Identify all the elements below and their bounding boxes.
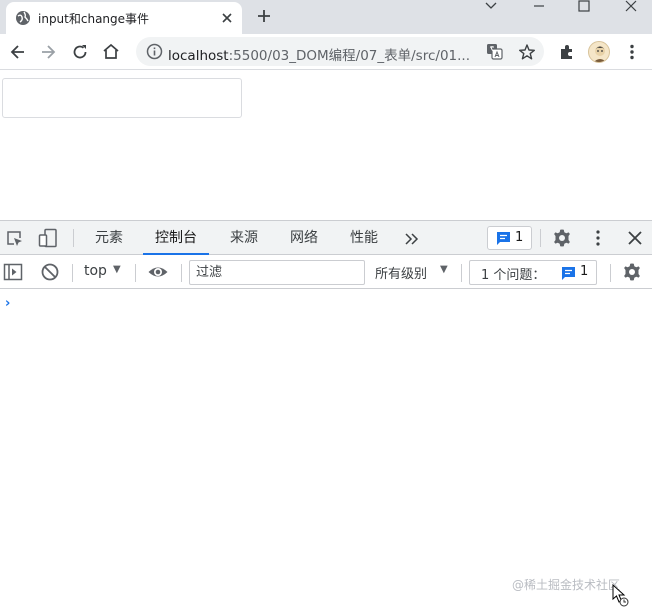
messages-badge[interactable]: 1: [487, 226, 532, 250]
context-selector[interactable]: top: [84, 263, 107, 279]
filter-input[interactable]: [189, 260, 365, 285]
issues-button[interactable]: 1 个问题： 1: [469, 260, 597, 285]
inspect-element-icon[interactable]: [5, 229, 25, 249]
url-path: :5500/03_DOM编程/07_表单/src/01...: [228, 48, 470, 64]
watermark: @稀土掘金技术社区: [512, 578, 621, 592]
minimize-icon[interactable]: [524, 0, 554, 12]
extensions-icon[interactable]: [557, 42, 577, 62]
address-bar[interactable]: localhost:5500/03_DOM编程/07_表单/src/01...: [136, 37, 544, 66]
divider: [540, 229, 541, 247]
translate-icon[interactable]: [486, 43, 503, 60]
gear-icon[interactable]: [552, 228, 572, 248]
home-icon[interactable]: [101, 42, 121, 62]
eye-icon[interactable]: [147, 262, 169, 282]
tab-title: input和change事件: [38, 12, 150, 26]
back-icon[interactable]: [8, 42, 28, 62]
avatar[interactable]: [588, 41, 610, 63]
tab-elements[interactable]: 元素: [95, 221, 123, 255]
divider: [181, 264, 182, 282]
caret-down-icon: ▼: [113, 264, 121, 275]
console-toolbar: top ▼ 所有级别 ▼ 1 个问题： 1: [0, 256, 652, 289]
caret-down-icon: ▼: [440, 264, 448, 275]
avatar-image: [593, 46, 607, 62]
close-icon[interactable]: [625, 228, 645, 248]
tab-network[interactable]: 网络: [290, 221, 318, 255]
reload-icon[interactable]: [70, 42, 90, 62]
divider: [610, 264, 611, 282]
console-prompt[interactable]: ›: [5, 296, 10, 311]
clear-console-icon[interactable]: [40, 262, 60, 282]
close-icon[interactable]: [219, 10, 235, 26]
message-icon: [562, 267, 575, 280]
more-tabs-icon[interactable]: [402, 229, 422, 249]
divider: [72, 264, 73, 282]
kebab-menu-icon[interactable]: [622, 42, 642, 62]
divider: [73, 229, 74, 247]
divider: [461, 264, 462, 282]
gear-icon[interactable]: [622, 262, 642, 282]
chevron-down-icon[interactable]: [476, 0, 506, 12]
plus-icon[interactable]: [255, 7, 273, 25]
kebab-menu-icon[interactable]: [588, 228, 608, 248]
url-text: localhost:5500/03_DOM编程/07_表单/src/01...: [168, 44, 470, 64]
url-host: localhost: [168, 48, 229, 64]
forward-icon[interactable]: [38, 42, 58, 62]
message-icon: [497, 232, 510, 245]
star-icon[interactable]: [518, 43, 536, 61]
text-input[interactable]: [2, 78, 242, 118]
maximize-icon[interactable]: [569, 0, 599, 12]
issues-count: 1: [580, 264, 589, 279]
browser-toolbar: localhost:5500/03_DOM编程/07_表单/src/01...: [0, 34, 652, 70]
issues-label: 1 个问题：: [481, 268, 546, 283]
messages-count: 1: [515, 230, 524, 245]
window-close-icon[interactable]: [616, 0, 646, 12]
tab-sources[interactable]: 来源: [230, 221, 258, 255]
info-icon[interactable]: [146, 43, 163, 60]
tab-performance[interactable]: 性能: [350, 221, 378, 255]
sidebar-toggle-icon[interactable]: [3, 262, 23, 282]
tab-console[interactable]: 控制台: [143, 221, 209, 255]
globe-icon: [16, 11, 30, 25]
hand-cursor-icon: [612, 584, 629, 607]
devtools-tab-bar: 元素 控制台 来源 网络 性能 1: [0, 221, 652, 255]
browser-tab[interactable]: input和change事件: [6, 2, 242, 34]
tab-strip: input和change事件: [0, 0, 652, 34]
log-levels-dropdown[interactable]: 所有级别: [375, 263, 427, 282]
divider: [135, 264, 136, 282]
devtools-panel: 元素 控制台 来源 网络 性能 1 top ▼ 过滤 所有级别 ▼ 1 个问题：…: [0, 220, 652, 608]
device-toggle-icon[interactable]: [38, 228, 58, 248]
